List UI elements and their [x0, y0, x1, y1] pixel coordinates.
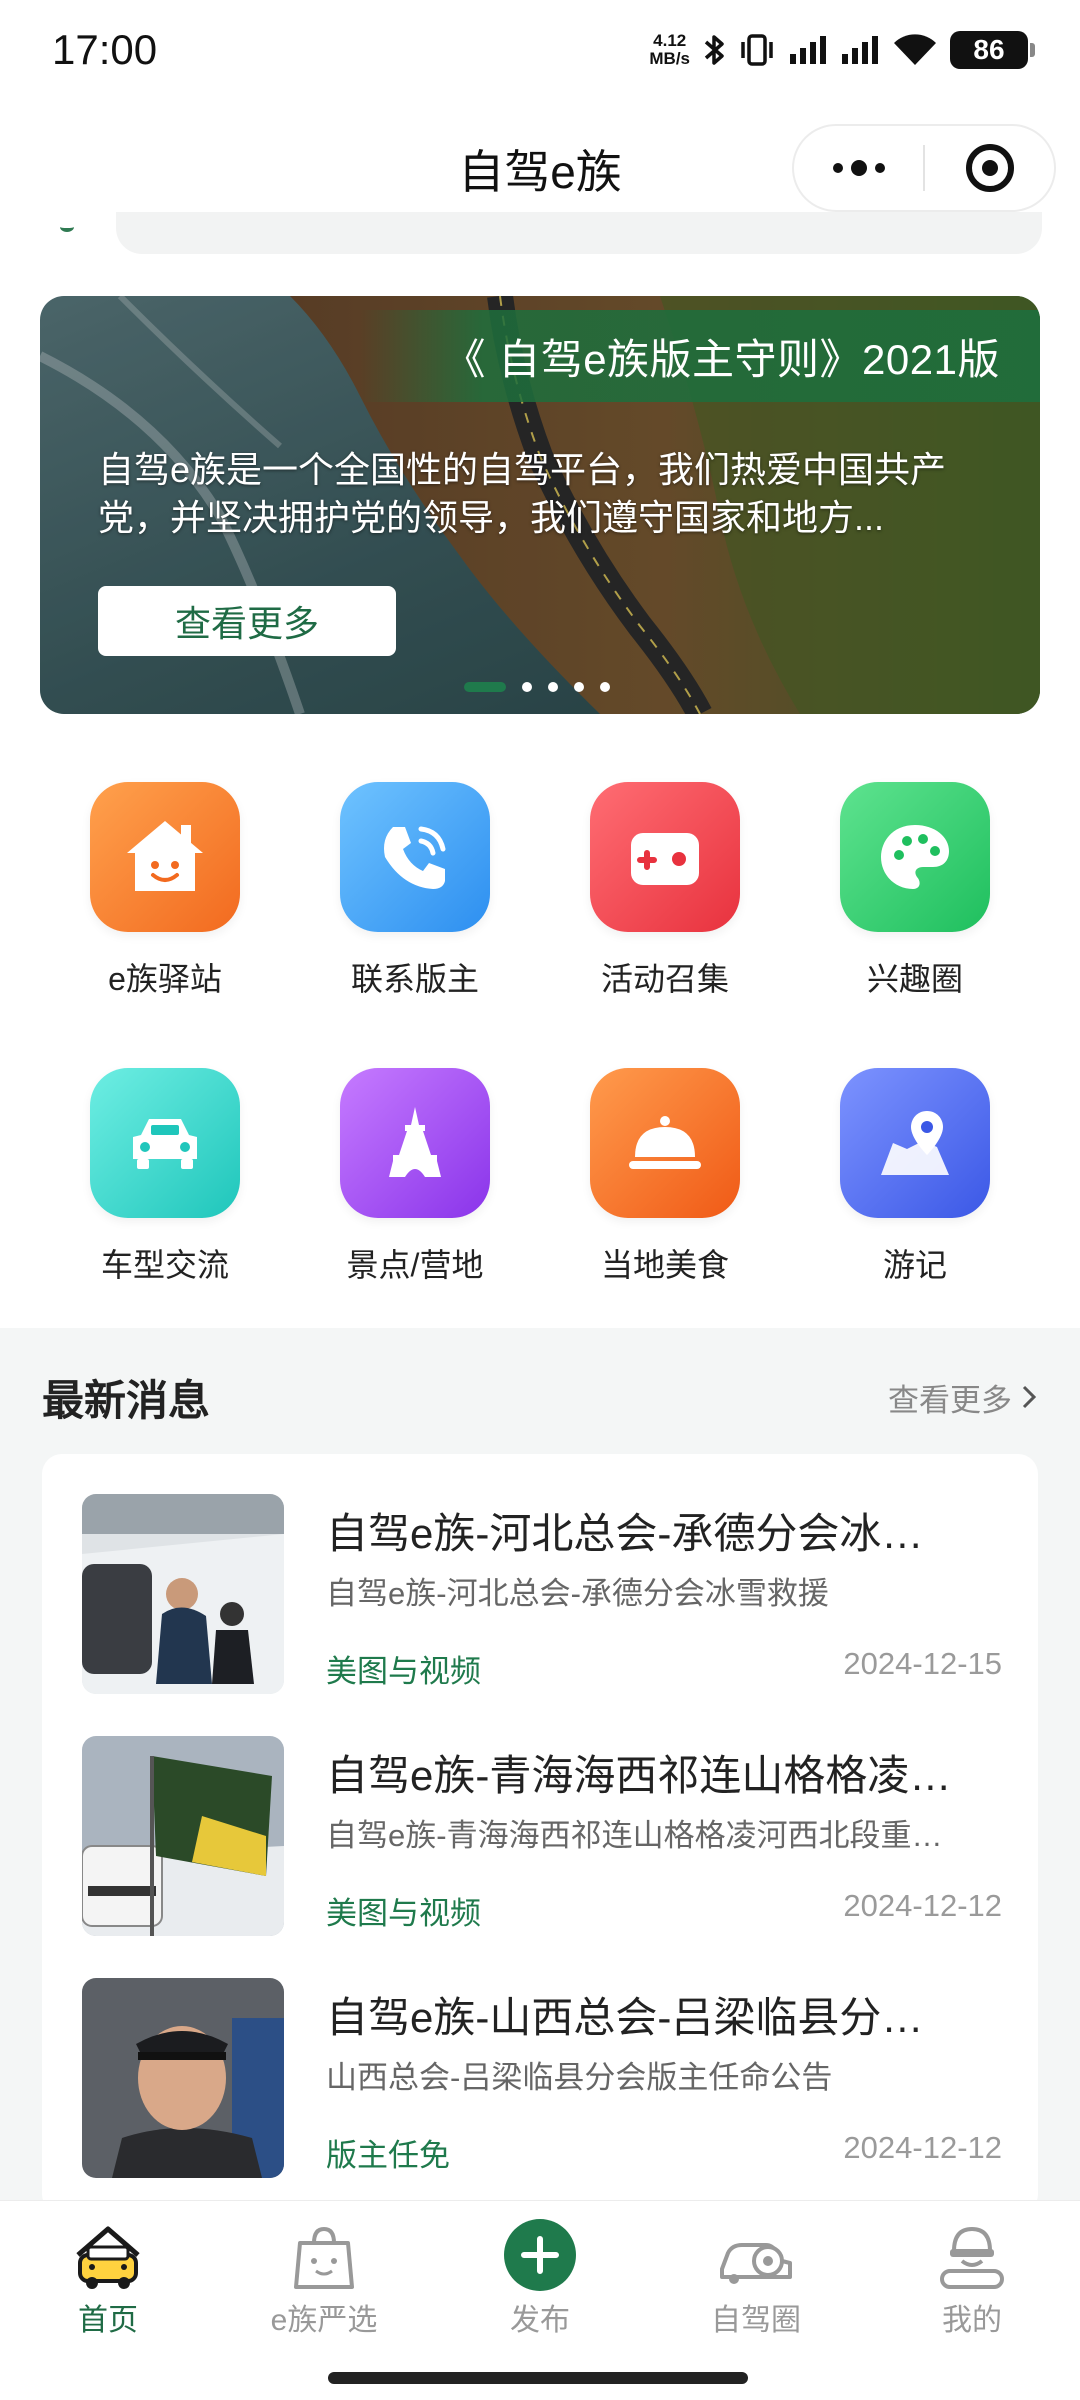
- signal-icon: [840, 34, 880, 66]
- news-subtitle: 自驾e族-青海海西祁连山格格凌河西北段重…: [326, 1818, 943, 1853]
- grid-item-label: e族驿站: [108, 961, 222, 997]
- grid-item-activity[interactable]: 活动召集: [540, 782, 790, 1000]
- close-button[interactable]: [925, 126, 1054, 210]
- palette-icon: [840, 782, 990, 932]
- nav-bar: 自驾e族: [0, 118, 1080, 218]
- target-icon: [965, 144, 1014, 192]
- grid-item-interest-circle[interactable]: 兴趣圈: [790, 782, 1040, 1000]
- tab-e-select[interactable]: e族严选: [216, 2201, 432, 2354]
- grid-item-label: 联系版主: [350, 961, 479, 997]
- news-header: 最新消息 查看更多: [42, 1362, 1038, 1432]
- house-face-icon: [90, 782, 240, 932]
- status-time: 17:00: [52, 26, 158, 73]
- news-thumbnail: [82, 1494, 284, 1694]
- helmet-person-icon: [932, 2221, 1012, 2293]
- tab-mine[interactable]: 我的: [864, 2201, 1080, 2354]
- grid-item-label: 当地美食: [600, 1247, 729, 1283]
- banner-title-box: 《 自驾e族版主守则》2021版: [360, 310, 1040, 402]
- news-date: 2024-12-12: [843, 1888, 1002, 1923]
- banner-more-button[interactable]: 查看更多: [98, 586, 396, 656]
- banner-pagination: [464, 682, 610, 692]
- grid-item-scenic-spots[interactable]: 景点/营地: [290, 1068, 540, 1286]
- news-subtitle: 山西总会-吕梁临县分会版主任命公告: [326, 2060, 833, 2095]
- banner-dot-active[interactable]: [464, 682, 506, 692]
- more-dots-icon: [832, 160, 885, 176]
- grid-item-travel-notes[interactable]: 游记: [790, 1068, 1040, 1286]
- car-icon: [90, 1068, 240, 1218]
- news-more-label: 查看更多: [888, 1382, 1012, 1418]
- news-item[interactable]: 自驾e族-山西总会-吕梁临县分… 山西总会-吕梁临县分会版主任命公告 版主任免 …: [82, 1978, 1002, 2178]
- grid-item-label: 景点/营地: [346, 1247, 484, 1283]
- grid-item-label: 活动召集: [600, 961, 729, 997]
- news-category[interactable]: 版主任免: [326, 2130, 450, 2175]
- news-headline: 自驾e族-河北总会-承德分会冰…: [326, 1510, 924, 1557]
- tab-home[interactable]: 首页: [0, 2201, 216, 2354]
- phone-icon: [340, 782, 490, 932]
- tab-label: 首页: [78, 2304, 138, 2337]
- news-category[interactable]: 美图与视频: [326, 1888, 481, 1933]
- search-bar[interactable]: [116, 212, 1042, 254]
- tower-icon: [340, 1068, 490, 1218]
- plus-icon: [500, 2219, 580, 2293]
- tab-label: e族严选: [270, 2304, 378, 2337]
- more-button[interactable]: [794, 126, 923, 210]
- battery-icon: 86: [950, 31, 1035, 69]
- search-icon: [60, 222, 74, 232]
- news-more-link[interactable]: 查看更多: [888, 1375, 1038, 1420]
- news-item[interactable]: 自驾e族-青海海西祁连山格格凌… 自驾e族-青海海西祁连山格格凌河西北段重… 美…: [82, 1736, 1002, 1936]
- banner-dot[interactable]: [522, 682, 532, 692]
- tab-publish[interactable]: 发布: [432, 2201, 648, 2354]
- mini-program-capsule: [792, 124, 1056, 212]
- banner-dot[interactable]: [548, 682, 558, 692]
- grid-item-label: 游记: [882, 1247, 947, 1283]
- news-category[interactable]: 美图与视频: [326, 1646, 481, 1691]
- wifi-icon: [892, 33, 938, 67]
- bluetooth-icon: [702, 32, 726, 68]
- signal-icon: [788, 34, 828, 66]
- tab-label: 自驾圈: [711, 2304, 801, 2337]
- tab-bar: 首页 e族严选 发布 自驾圈 我的: [0, 2200, 1080, 2354]
- banner-title: 《 自驾e族版主守则》2021版: [443, 335, 1000, 383]
- grid-item-local-food[interactable]: 当地美食: [540, 1068, 790, 1286]
- grid-item-label: 兴趣圈: [866, 961, 963, 997]
- tab-driving-circle[interactable]: 自驾圈: [648, 2201, 864, 2354]
- tab-label: 我的: [942, 2304, 1002, 2337]
- news-title: 最新消息: [42, 1376, 211, 1424]
- grid-item-e-station[interactable]: e族驿站: [40, 782, 290, 1000]
- car-camera-icon: [716, 2221, 796, 2293]
- news-item[interactable]: 自驾e族-河北总会-承德分会冰… 自驾e族-河北总会-承德分会冰雪救援 美图与视…: [82, 1494, 1002, 1694]
- grid-item-car-models[interactable]: 车型交流: [40, 1068, 290, 1286]
- gamepad-icon: [590, 782, 740, 932]
- status-bar: 17:00 4.12 MB/s 86: [0, 0, 1080, 100]
- grid-item-label: 车型交流: [100, 1247, 229, 1283]
- map-pin-icon: [840, 1068, 990, 1218]
- chevron-right-icon: [1022, 1385, 1037, 1409]
- news-list: 自驾e族-河北总会-承德分会冰… 自驾e族-河北总会-承德分会冰雪救援 美图与视…: [42, 1454, 1038, 2214]
- banner-dot[interactable]: [600, 682, 610, 692]
- car-front-icon: [68, 2221, 148, 2293]
- cloche-icon: [590, 1068, 740, 1218]
- status-icons: 4.12 MB/s 86: [649, 31, 1035, 69]
- vibrate-icon: [738, 32, 776, 68]
- banner-description: 自驾e族是一个全国性的自驾平台，我们热爱中国共产党，并坚决拥护党的领导，我们遵守…: [98, 449, 947, 538]
- network-speed-value: 4.12: [653, 31, 687, 50]
- tab-label: 发布: [510, 2304, 570, 2337]
- news-headline: 自驾e族-山西总会-吕梁临县分…: [326, 1994, 924, 2041]
- news-subtitle: 自驾e族-河北总会-承德分会冰雪救援: [326, 1576, 829, 1611]
- home-indicator[interactable]: [328, 2372, 748, 2384]
- shopping-bag-icon: [284, 2221, 364, 2293]
- grid-item-contact-moderator[interactable]: 联系版主: [290, 782, 540, 1000]
- news-headline: 自驾e族-青海海西祁连山格格凌…: [326, 1752, 952, 1799]
- news-date: 2024-12-12: [843, 2130, 1002, 2165]
- network-speed: 4.12 MB/s: [649, 32, 690, 68]
- banner-dot[interactable]: [574, 682, 584, 692]
- network-speed-unit: MB/s: [649, 49, 690, 68]
- news-thumbnail: [82, 1736, 284, 1936]
- news-thumbnail: [82, 1978, 284, 2178]
- news-date: 2024-12-15: [843, 1646, 1002, 1681]
- banner[interactable]: 《 自驾e族版主守则》2021版 自驾e族是一个全国性的自驾平台，我们热爱中国共…: [40, 296, 1040, 714]
